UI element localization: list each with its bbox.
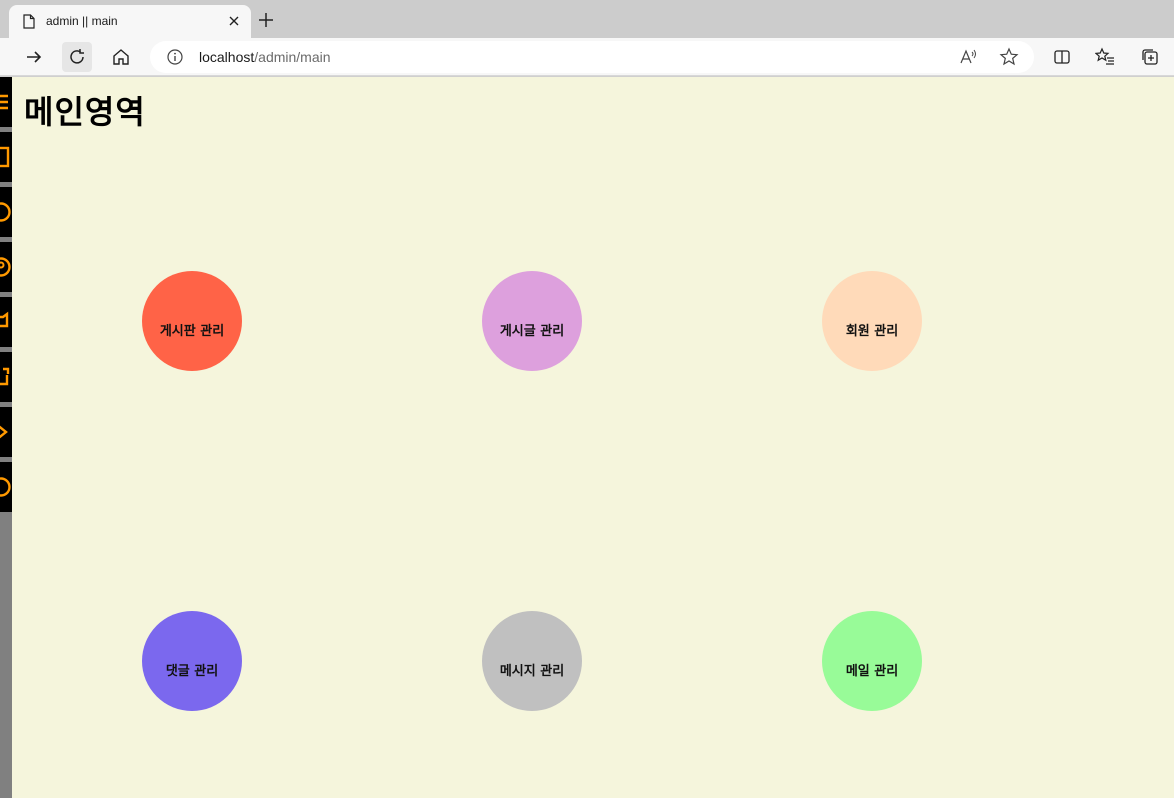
comment-icon [0, 311, 9, 328]
page-icon [23, 14, 35, 29]
board-icon [0, 146, 10, 168]
read-aloud-icon[interactable] [958, 47, 978, 67]
sidebar-item-comment[interactable] [0, 297, 12, 347]
split-screen-icon [1054, 50, 1070, 64]
info-icon[interactable] [167, 49, 183, 65]
sidebar-item-board[interactable] [0, 132, 12, 182]
board-manage-label: 게시판 관리 [159, 323, 225, 339]
sidebar-item-logout[interactable] [0, 462, 12, 512]
favorite-star-icon[interactable] [999, 47, 1019, 67]
reload-icon [70, 49, 84, 64]
url-text[interactable]: localhost/admin/main [199, 49, 331, 65]
post-manage-label: 게시글 관리 [499, 323, 565, 339]
mail-icon [0, 425, 8, 439]
sidebar-item-message[interactable] [0, 352, 12, 402]
logout-icon [0, 477, 11, 497]
forward-button[interactable] [19, 42, 49, 72]
post-icon [0, 202, 11, 222]
favorites-list-icon [1095, 47, 1114, 65]
favorites-button[interactable] [1090, 42, 1120, 72]
home-icon [113, 49, 129, 65]
arrow-right-icon [27, 51, 42, 63]
page-title: 메인영역 [24, 93, 146, 131]
url-host: localhost [199, 49, 255, 65]
comment-manage-label: 댓글 관리 [165, 663, 219, 679]
message-icon [0, 367, 10, 386]
collections-icon [1142, 49, 1158, 65]
tab-title: admin || main [46, 14, 118, 28]
split-screen-button[interactable] [1047, 42, 1077, 72]
sidebar-item-mail[interactable] [0, 407, 12, 457]
new-tab-icon[interactable] [256, 10, 276, 30]
member-icon [0, 257, 11, 277]
reload-button[interactable] [62, 42, 92, 72]
page-content: 메인영역 게시판 관리 게시글 관리 회원 관리 댓글 관리 메시지 관리 메일… [0, 77, 1174, 798]
post-manage-button[interactable]: 게시글 관리 [482, 271, 582, 371]
mail-manage-label: 메일 관리 [845, 663, 899, 679]
member-manage-label: 회원 관리 [845, 323, 899, 339]
browser-tab[interactable]: admin || main [9, 5, 251, 38]
home-button[interactable] [106, 42, 136, 72]
address-bar[interactable]: localhost/admin/main [150, 41, 1034, 73]
menu-icon [0, 94, 8, 110]
close-icon[interactable] [227, 14, 241, 28]
url-path: /admin/main [254, 49, 331, 65]
sidebar-item-post[interactable] [0, 187, 12, 237]
sidebar-item-member[interactable] [0, 242, 12, 292]
member-manage-button[interactable]: 회원 관리 [822, 271, 922, 371]
board-manage-button[interactable]: 게시판 관리 [142, 271, 242, 371]
comment-manage-button[interactable]: 댓글 관리 [142, 611, 242, 711]
sidebar-item-menu[interactable] [0, 77, 12, 127]
message-manage-button[interactable]: 메시지 관리 [482, 611, 582, 711]
collections-button[interactable] [1135, 42, 1165, 72]
message-manage-label: 메시지 관리 [499, 663, 565, 679]
browser-tab-bar: admin || main [0, 0, 1174, 38]
sidebar [0, 77, 12, 798]
browser-toolbar: localhost/admin/main [0, 38, 1174, 76]
mail-manage-button[interactable]: 메일 관리 [822, 611, 922, 711]
